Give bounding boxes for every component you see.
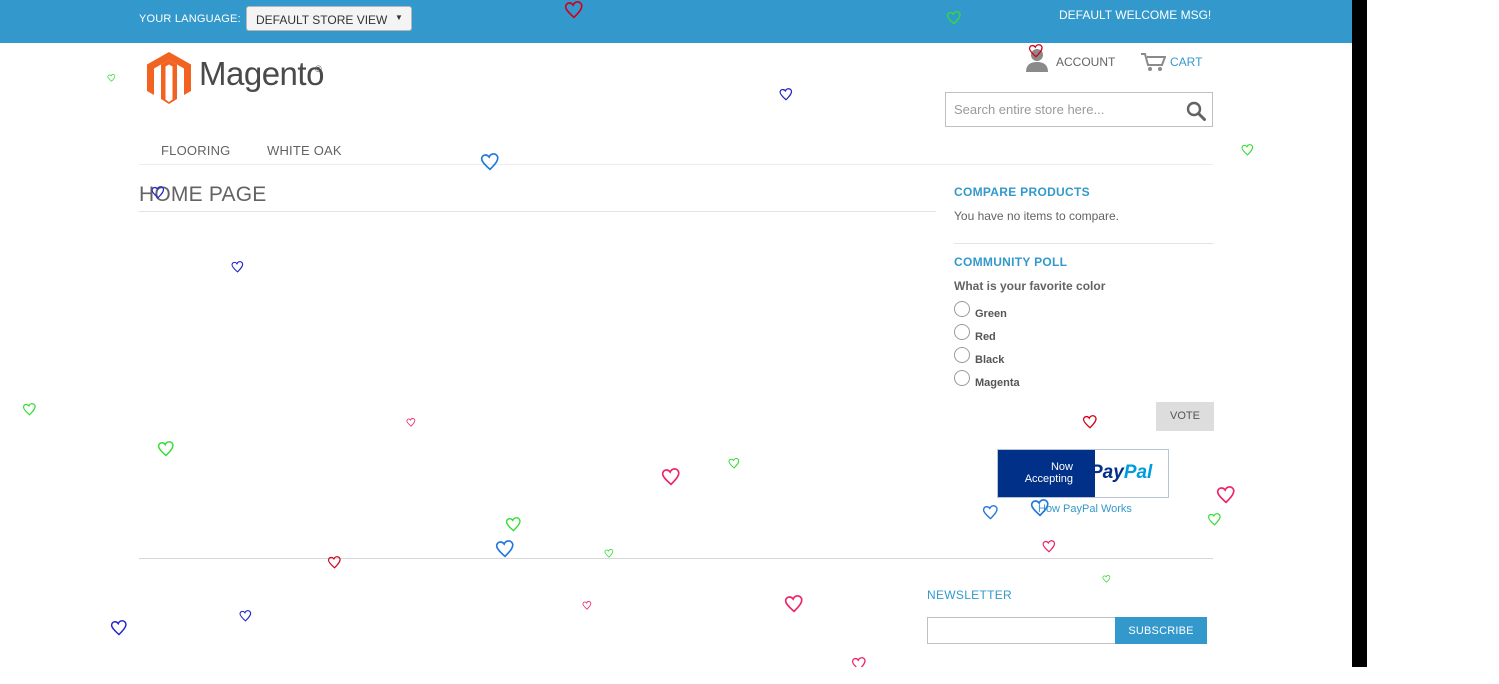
radio-black[interactable]	[954, 347, 970, 363]
poll-question: What is your favorite color	[954, 279, 1106, 293]
top-bar: YOUR LANGUAGE: DEFAULT STORE VIEW ▼ DEFA…	[0, 0, 1352, 43]
logo-registered-mark: ®	[315, 64, 322, 74]
store-logo[interactable]: Magento ®	[147, 52, 327, 104]
compare-products-title: COMPARE PRODUCTS	[954, 185, 1090, 199]
page: YOUR LANGUAGE: DEFAULT STORE VIEW ▼ DEFA…	[0, 0, 1352, 667]
paypal-badge[interactable]: Now Accepting PayPal	[997, 449, 1169, 498]
heart-icon	[1207, 513, 1221, 526]
heart-icon	[982, 505, 998, 520]
paypal-logo-pal: Pal	[1123, 462, 1153, 483]
heart-icon	[582, 601, 592, 610]
heart-icon	[505, 517, 521, 532]
paypal-now-accepting: Now Accepting	[1009, 461, 1073, 485]
heart-icon	[784, 595, 803, 613]
compare-empty-text: You have no items to compare.	[954, 209, 1119, 223]
poll-option-label: Magenta	[975, 377, 1020, 389]
heart-icon	[564, 1, 583, 19]
poll-option-label: Black	[975, 354, 1005, 366]
heart-icon	[495, 540, 514, 558]
heart-icon	[1102, 575, 1111, 583]
heart-icon	[946, 11, 961, 25]
store-view-select[interactable]: DEFAULT STORE VIEW ▼	[246, 6, 412, 31]
heart-icon	[22, 403, 36, 416]
radio-red[interactable]	[954, 324, 970, 340]
heart-icon	[661, 468, 680, 486]
heart-icon	[1042, 540, 1056, 553]
footer-divider	[139, 558, 1213, 559]
heart-icon	[779, 88, 793, 101]
heart-icon	[327, 556, 341, 569]
heart-icon	[604, 549, 614, 558]
subscribe-button[interactable]: SUBSCRIBE	[1115, 617, 1207, 644]
magento-logo-icon	[147, 52, 191, 104]
search-input[interactable]	[946, 93, 1184, 126]
heart-icon	[1028, 44, 1043, 58]
heart-icon	[1082, 415, 1097, 429]
logo-text: Magento	[199, 55, 324, 92]
nav-item-flooring[interactable]: FLOORING	[161, 143, 231, 158]
vote-button[interactable]: VOTE	[1156, 402, 1214, 431]
heart-icon	[728, 458, 740, 469]
welcome-message: DEFAULT WELCOME MSG!	[1059, 8, 1212, 22]
language-label: YOUR LANGUAGE:	[139, 13, 241, 25]
newsletter-title: NEWSLETTER	[927, 588, 1013, 602]
paypal-now-line1: Now	[1050, 461, 1073, 473]
how-paypal-works-link[interactable]: How PayPal Works	[1038, 503, 1132, 515]
account-label: ACCOUNT	[1056, 55, 1116, 69]
community-poll-title: COMMUNITY POLL	[954, 255, 1068, 269]
heart-icon	[110, 620, 127, 636]
store-view-value: DEFAULT STORE VIEW	[256, 13, 388, 27]
heart-icon	[406, 418, 416, 427]
search-icon[interactable]	[1186, 101, 1206, 121]
heart-icon	[1216, 486, 1235, 504]
newsletter-email-input[interactable]	[927, 617, 1116, 644]
search-box	[945, 92, 1213, 127]
window-edge	[1352, 0, 1367, 667]
paypal-now-line2: Accepting	[1024, 473, 1073, 485]
heart-icon	[231, 261, 244, 273]
paypal-badge-left: Now Accepting	[998, 450, 1095, 497]
heart-icon	[1030, 499, 1049, 517]
poll-option-label: Green	[975, 308, 1007, 320]
heart-icon	[480, 153, 499, 171]
radio-magenta[interactable]	[954, 370, 970, 386]
nav-item-white-oak[interactable]: WHITE OAK	[267, 143, 342, 158]
heart-icon	[157, 441, 174, 457]
paypal-logo-pay: Pay	[1090, 462, 1124, 483]
heart-icon	[1241, 144, 1254, 156]
heart-icon	[151, 186, 165, 199]
cart-icon	[1141, 53, 1166, 71]
poll-option-label: Red	[975, 331, 996, 343]
chevron-down-icon: ▼	[395, 13, 403, 22]
radio-green[interactable]	[954, 301, 970, 317]
heart-icon	[851, 657, 866, 667]
title-divider	[139, 211, 936, 212]
sidebar-divider	[954, 243, 1213, 244]
paypal-logo: PayPal	[1090, 462, 1152, 484]
cart-label: CART	[1170, 55, 1203, 69]
main-nav: FLOORING WHITE OAK	[139, 143, 1213, 165]
heart-icon	[107, 74, 116, 82]
heart-icon	[239, 610, 252, 622]
